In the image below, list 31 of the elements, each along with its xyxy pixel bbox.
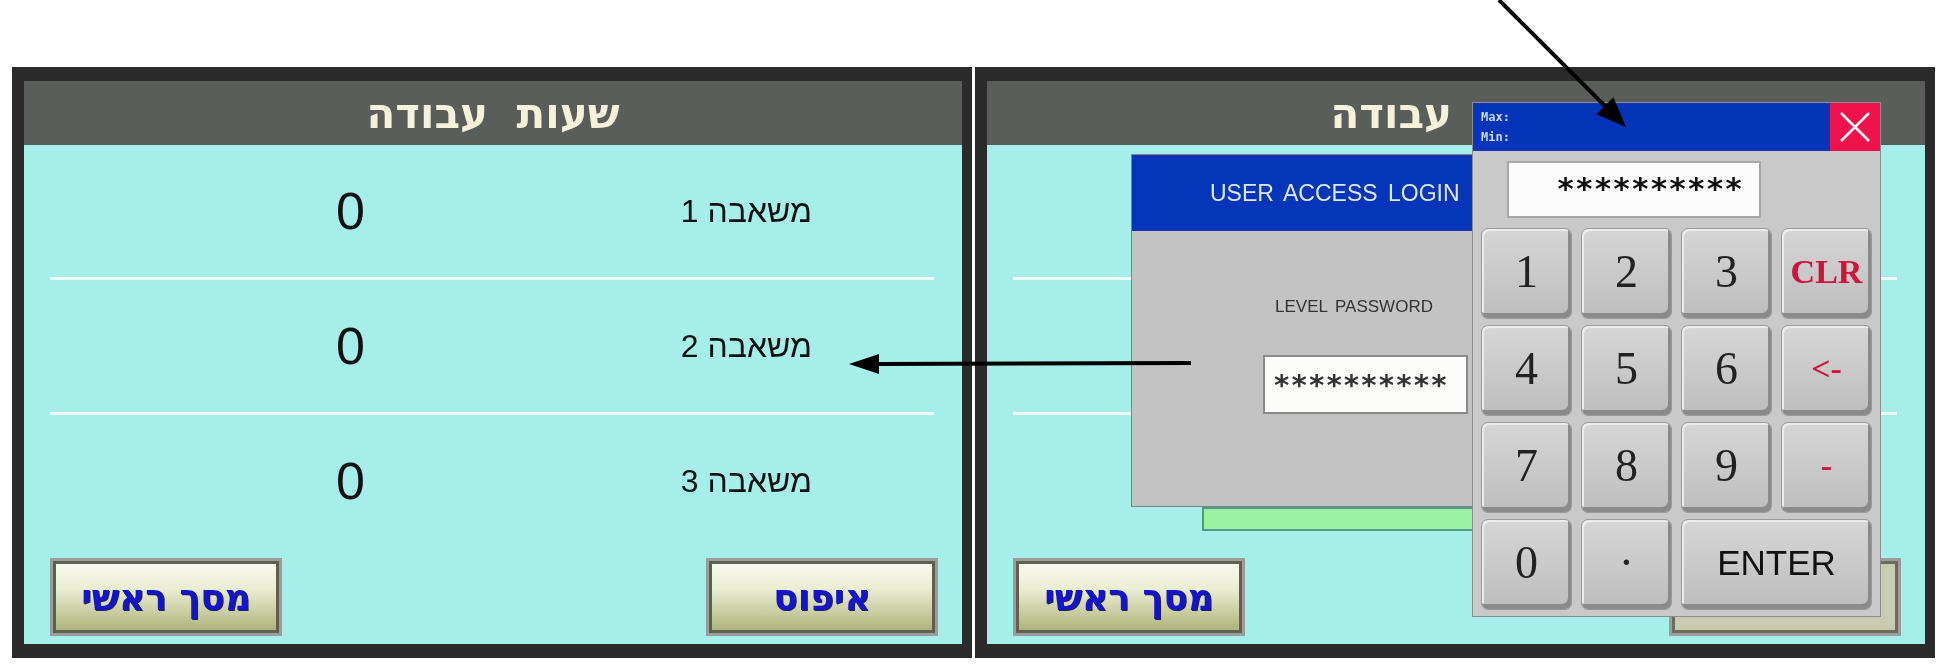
number-key[interactable]: 6 bbox=[1681, 325, 1772, 416]
screen-title: עבודה bbox=[1330, 88, 1452, 138]
enter-key[interactable]: ENTER bbox=[1681, 519, 1872, 610]
keypad-display[interactable]: ********** bbox=[1507, 161, 1761, 218]
number-key[interactable]: 5 bbox=[1581, 325, 1672, 416]
hours-value: 0 bbox=[336, 316, 365, 376]
hours-value: 0 bbox=[336, 451, 365, 511]
close-icon bbox=[1840, 112, 1870, 142]
min-label: Min: bbox=[1481, 129, 1510, 146]
number-key[interactable]: 0 bbox=[1481, 519, 1572, 610]
password-field[interactable]: ********** bbox=[1263, 355, 1468, 414]
pump-label: משאבה 2 bbox=[680, 327, 812, 365]
screen-button[interactable]: מסך ראשי bbox=[1013, 558, 1245, 636]
number-key[interactable]: 3 bbox=[1681, 228, 1772, 319]
max-label: Max: bbox=[1481, 109, 1510, 126]
screen-button[interactable]: מסך ראשי bbox=[50, 558, 282, 636]
number-key[interactable]: 2 bbox=[1581, 228, 1672, 319]
close-button[interactable] bbox=[1830, 103, 1880, 151]
dialog-title: USER ACCESS LOGIN bbox=[1210, 179, 1460, 207]
number-key[interactable]: · bbox=[1581, 519, 1672, 610]
number-key[interactable]: 8 bbox=[1581, 422, 1672, 513]
number-key[interactable]: 4 bbox=[1481, 325, 1572, 416]
screen-title: שעות עבודה bbox=[366, 88, 620, 138]
hours-value: 0 bbox=[336, 181, 365, 241]
pump-label: משאבה 3 bbox=[680, 462, 812, 500]
field-label: LEVEL PASSWORD bbox=[1275, 297, 1433, 317]
screen-button[interactable]: איפוס bbox=[706, 558, 938, 636]
number-key[interactable]: 7 bbox=[1481, 422, 1572, 513]
pump-label: משאבה 1 bbox=[680, 192, 812, 230]
number-key[interactable]: 9 bbox=[1681, 422, 1772, 513]
number-key[interactable]: 1 bbox=[1481, 228, 1572, 319]
